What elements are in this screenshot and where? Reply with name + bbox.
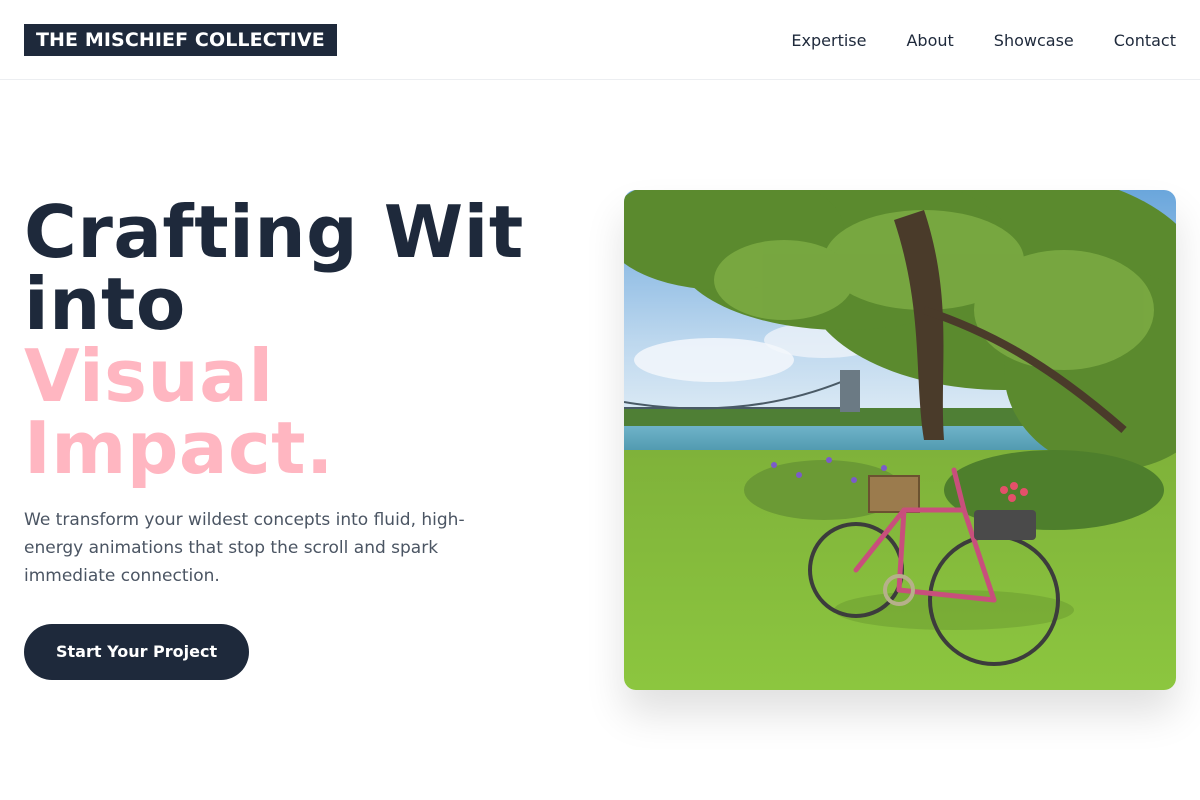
hero-content: Crafting Wit into Visual Impact. We tran…	[24, 196, 584, 680]
nav-link-about[interactable]: About	[906, 31, 953, 50]
headline-line-1: Crafting Wit	[24, 190, 524, 274]
headline-line-4-highlight: Impact.	[24, 406, 334, 490]
nav-link-showcase[interactable]: Showcase	[994, 31, 1074, 50]
main-nav: Expertise About Showcase Contact	[751, 0, 1176, 80]
headline-line-3-highlight: Visual	[24, 334, 274, 418]
start-project-button[interactable]: Start Your Project	[24, 624, 250, 680]
hero-image	[624, 190, 1176, 690]
site-header: THE MISCHIEF COLLECTIVE Expertise About …	[0, 0, 1200, 80]
hero-headline: Crafting Wit into Visual Impact.	[24, 196, 584, 484]
headline-line-2: into	[24, 262, 186, 346]
nav-link-contact[interactable]: Contact	[1114, 31, 1176, 50]
nav-link-expertise[interactable]: Expertise	[791, 31, 866, 50]
brand-logo[interactable]: THE MISCHIEF COLLECTIVE	[24, 24, 337, 56]
hero-description: We transform your wildest concepts into …	[24, 510, 465, 586]
